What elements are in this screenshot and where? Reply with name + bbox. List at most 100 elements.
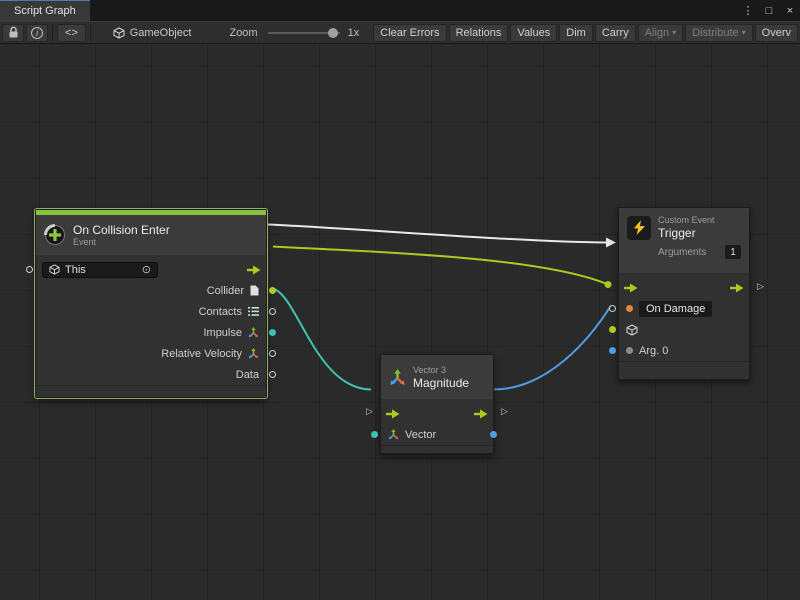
output-row-contacts: Contacts	[36, 301, 266, 322]
graph-toolbar: i <> GameObject Zoom 1x Clear Errors Rel…	[0, 21, 800, 44]
node-vector3-magnitude[interactable]: Vector 3 Magnitude Vector ▷ ▷	[380, 354, 494, 454]
collider-output-port[interactable]	[269, 287, 276, 294]
data-label: Data	[236, 369, 259, 381]
kebab-menu-icon[interactable]: ⋮	[741, 4, 755, 17]
arguments-label: Arguments	[658, 247, 706, 258]
distribute-button[interactable]: Distribute ▾	[685, 24, 752, 42]
code-icon: <>	[65, 27, 78, 39]
collider-wire[interactable]	[273, 247, 608, 285]
flow-input-arrow-icon	[624, 283, 638, 293]
arg0-port-dot	[626, 347, 633, 354]
node-footer	[36, 385, 266, 397]
gameobject-selector[interactable]: GameObject	[113, 27, 192, 39]
gameobject-cube-icon	[49, 264, 60, 275]
arg0-input-port[interactable]	[609, 347, 616, 354]
window-titlebar: Script Graph ⋮ □ ×	[0, 0, 800, 21]
list-icon	[248, 307, 259, 316]
node-header: Custom Event Trigger Arguments 1	[619, 208, 749, 273]
maximize-icon[interactable]: □	[762, 5, 776, 17]
overview-button[interactable]: Overv	[755, 24, 798, 42]
node-subtitle: Event	[73, 237, 170, 248]
event-name-row: On Damage	[619, 298, 749, 319]
output-row-relative-velocity: Relative Velocity	[36, 343, 266, 364]
node-trigger-custom-event[interactable]: Custom Event Trigger Arguments 1 On Dama…	[618, 207, 750, 380]
relations-button[interactable]: Relations	[449, 24, 509, 42]
arguments-row: Arguments 1	[658, 245, 741, 259]
zoom-slider-handle[interactable]	[328, 28, 338, 38]
arg0-row: Arg. 0	[619, 340, 749, 361]
magnitude-output-port[interactable]	[490, 431, 497, 438]
flow-output-slot-icon[interactable]: ▷	[757, 282, 764, 291]
close-icon[interactable]: ×	[783, 5, 797, 17]
flow-row	[619, 277, 749, 298]
node-header: Vector 3 Magnitude	[381, 355, 493, 399]
data-output-port[interactable]	[269, 371, 276, 378]
flow-output-arrow-icon	[247, 265, 261, 275]
distribute-label: Distribute	[692, 27, 738, 39]
target-input-port[interactable]	[26, 266, 33, 273]
node-type-label: Vector 3	[413, 365, 469, 376]
output-row-data: Data	[36, 364, 266, 385]
arguments-value-field[interactable]: 1	[725, 245, 741, 259]
flow-output-arrow-icon	[730, 283, 744, 293]
carry-button[interactable]: Carry	[595, 24, 636, 42]
impulse-output-port[interactable]	[269, 329, 276, 336]
vector3-icon	[389, 369, 406, 386]
contacts-label: Contacts	[199, 306, 242, 318]
lock-button[interactable]	[2, 24, 24, 42]
code-view-button[interactable]: <>	[57, 24, 86, 42]
collider-wire-end	[605, 281, 612, 288]
this-target-field[interactable]: This ⊙	[42, 262, 158, 278]
node-title: Magnitude	[413, 376, 469, 390]
node-title: On Collision Enter	[73, 223, 170, 237]
align-button[interactable]: Align ▾	[638, 24, 683, 42]
string-port-dot	[626, 305, 633, 312]
relative-velocity-label: Relative Velocity	[161, 348, 242, 360]
node-body: On Damage Arg. 0	[619, 273, 749, 361]
flow-output-slot-icon[interactable]: ▷	[501, 407, 508, 416]
target-value: This	[65, 264, 86, 276]
node-title: Trigger	[658, 226, 715, 240]
vector-input-row: Vector	[381, 424, 493, 445]
zoom-slider[interactable]	[268, 27, 340, 39]
contacts-output-port[interactable]	[269, 308, 276, 315]
zoom-label: Zoom	[229, 27, 257, 39]
dim-button[interactable]: Dim	[559, 24, 593, 42]
vector-axes-icon	[388, 429, 399, 440]
tab-script-graph[interactable]: Script Graph	[0, 0, 90, 21]
toolbar-separator	[52, 25, 53, 41]
flow-input-slot-icon[interactable]: ▷	[366, 407, 373, 416]
node-footer	[381, 445, 493, 453]
graph-canvas[interactable]: On Collision Enter Event This ⊙ Collider…	[0, 44, 800, 600]
values-button[interactable]: Values	[510, 24, 557, 42]
gameobject-cube-icon	[113, 27, 125, 39]
node-body: Vector	[381, 399, 493, 445]
document-icon	[250, 285, 259, 296]
output-row-impulse: Impulse	[36, 322, 266, 343]
relative-velocity-output-port[interactable]	[269, 350, 276, 357]
vector-axes-icon	[248, 348, 259, 359]
event-name-field[interactable]: On Damage	[639, 301, 712, 317]
vector-axes-icon	[248, 327, 259, 338]
lightning-bolt-icon	[633, 220, 646, 235]
info-button[interactable]: i	[26, 24, 48, 42]
target-input-port[interactable]	[609, 326, 616, 333]
flow-wire[interactable]	[268, 225, 606, 243]
target-picker-icon[interactable]: ⊙	[142, 263, 151, 276]
node-header: On Collision Enter Event	[36, 215, 266, 255]
event-name-input-port[interactable]	[609, 305, 616, 312]
node-body: This ⊙ Collider Contacts Impulse Relativ…	[36, 255, 266, 385]
node-on-collision-enter[interactable]: On Collision Enter Event This ⊙ Collider…	[35, 209, 267, 398]
arg0-label: Arg. 0	[639, 345, 668, 357]
clear-errors-button[interactable]: Clear Errors	[373, 24, 446, 42]
magnitude-wire[interactable]	[494, 306, 611, 390]
zoom-value: 1x	[348, 27, 360, 39]
gameobject-cube-icon	[626, 324, 638, 336]
flow-row	[381, 403, 493, 424]
flow-input-arrow-icon	[386, 409, 400, 419]
node-type-label: Custom Event	[658, 215, 715, 226]
impulse-wire[interactable]	[273, 289, 371, 390]
vector-input-port[interactable]	[371, 431, 378, 438]
lock-icon	[8, 26, 19, 39]
vector-input-label: Vector	[405, 429, 436, 441]
